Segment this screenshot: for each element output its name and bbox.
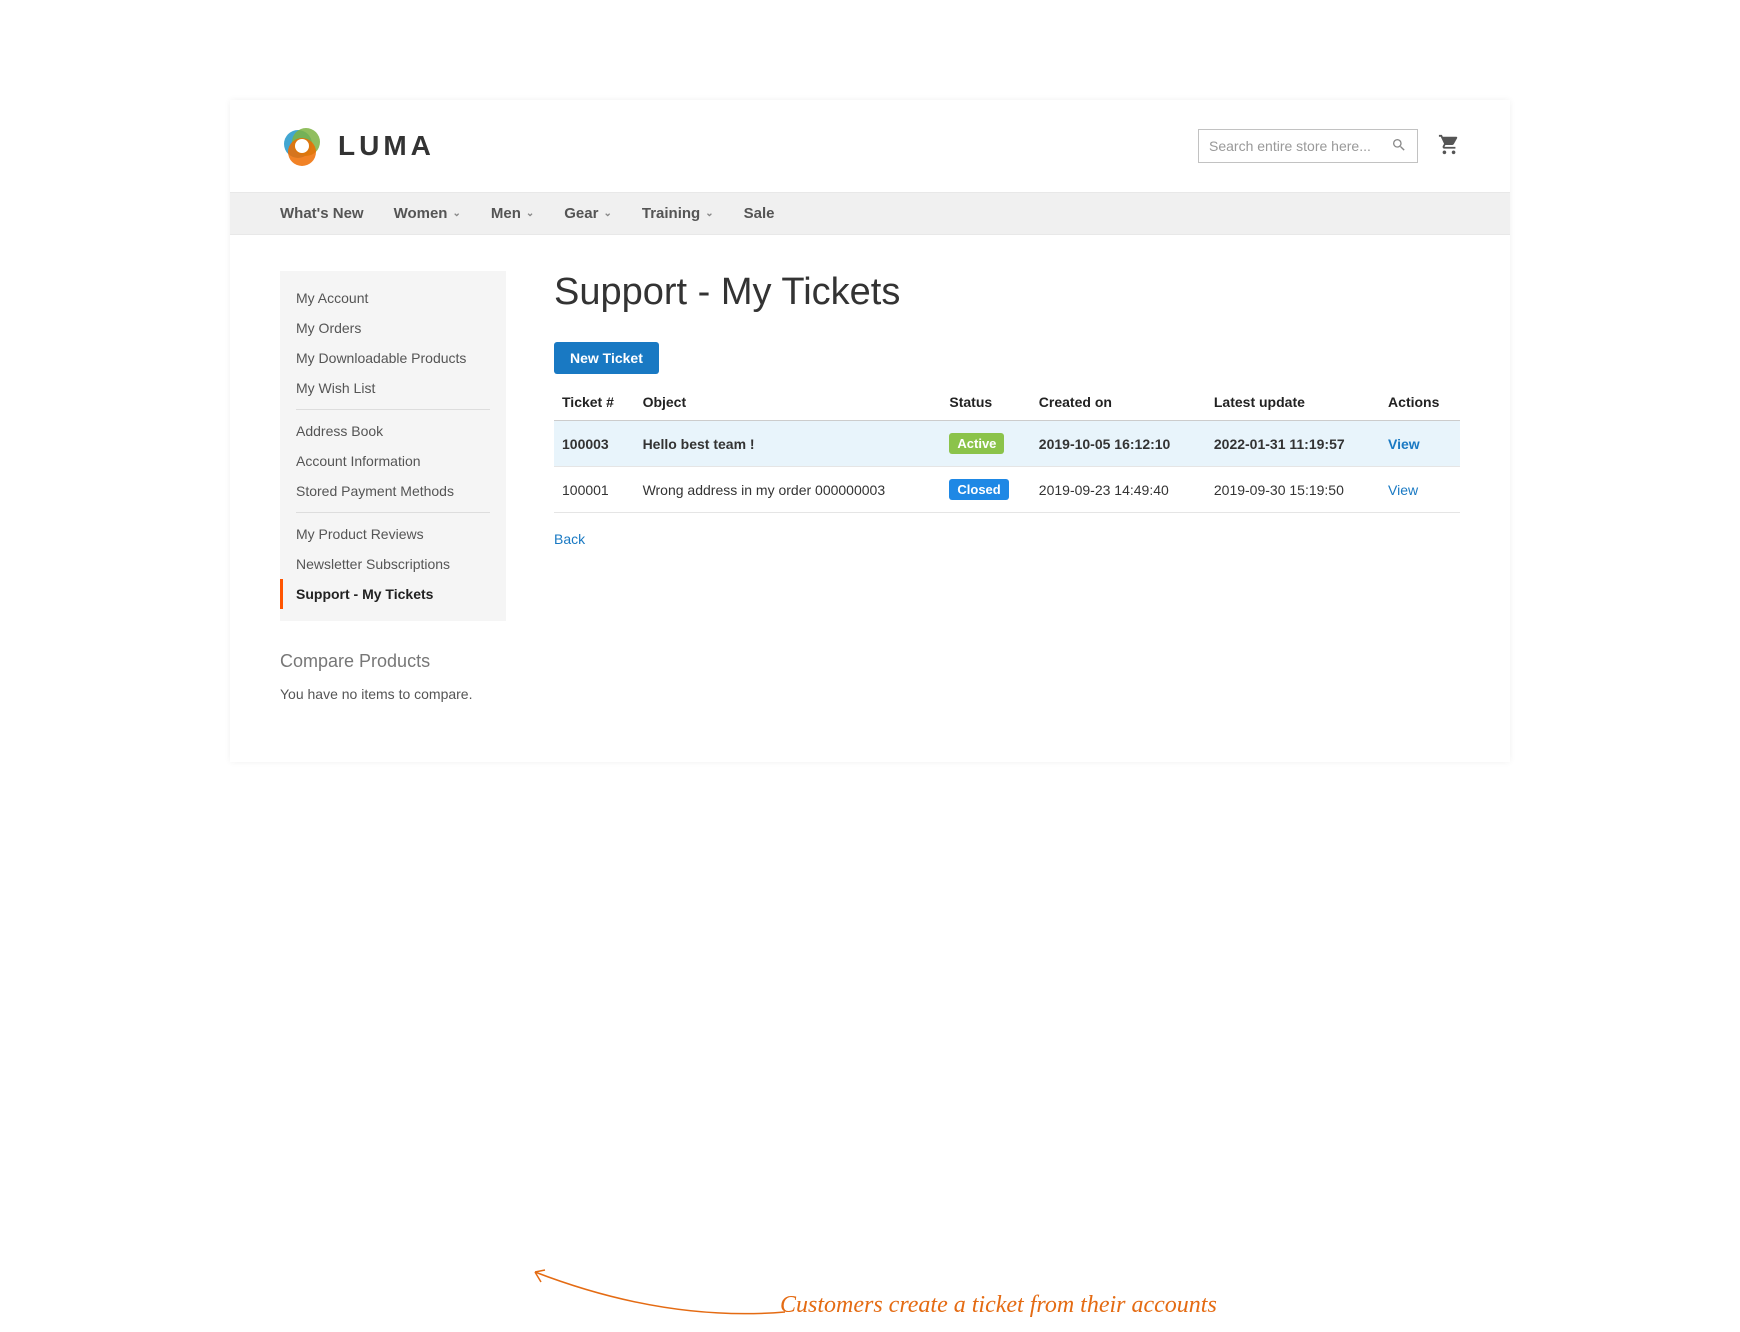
sidebar-item-my-orders[interactable]: My Orders: [280, 313, 506, 343]
chevron-down-icon: ⌄: [526, 208, 534, 219]
view-link[interactable]: View: [1388, 482, 1418, 498]
luma-logo-icon: [280, 124, 324, 168]
sidebar-item-newsletter-subscriptions[interactable]: Newsletter Subscriptions: [280, 549, 506, 579]
nav-label: Gear: [564, 205, 598, 222]
header: LUMA: [230, 100, 1510, 192]
nav-label: Training: [642, 205, 700, 222]
chevron-down-icon: ⌄: [705, 208, 713, 219]
annotation-text: Customers create a ticket from their acc…: [780, 1292, 1217, 1319]
tickets-table: Ticket #ObjectStatusCreated onLatest upd…: [554, 384, 1460, 513]
nav-label: Sale: [744, 205, 775, 222]
table-row: 100003Hello best team ! Active 2019-10-05 …: [554, 421, 1460, 467]
ticket-object: Hello best team !: [635, 421, 942, 467]
nav-item-training[interactable]: Training ⌄: [642, 193, 714, 234]
ticket-id: 100003: [554, 421, 635, 467]
nav-item-gear[interactable]: Gear ⌄: [564, 193, 612, 234]
main-nav: What's New Women ⌄ Men ⌄ Gear ⌄ Training ⌄ Sale: [230, 192, 1510, 235]
sidebar-item-account-information[interactable]: Account Information: [280, 446, 506, 476]
sidebar-item-my-product-reviews[interactable]: My Product Reviews: [280, 519, 506, 549]
ticket-actions: View: [1380, 421, 1460, 467]
ticket-status: Active: [941, 421, 1030, 467]
search-box[interactable]: [1198, 129, 1418, 163]
sidebar-item-my-downloadable-products[interactable]: My Downloadable Products: [280, 343, 506, 373]
sidebar-divider: [296, 409, 490, 410]
chevron-down-icon: ⌄: [603, 208, 611, 219]
nav-label: What's New: [280, 205, 364, 222]
column-header: Status: [941, 384, 1030, 421]
main-content: Support - My Tickets New Ticket Ticket #…: [554, 271, 1460, 702]
status-badge: Closed: [949, 479, 1008, 500]
column-header: Ticket #: [554, 384, 635, 421]
cart-icon[interactable]: [1438, 134, 1460, 159]
nav-item-men[interactable]: Men ⌄: [491, 193, 534, 234]
sidebar-item-my-wish-list[interactable]: My Wish List: [280, 373, 506, 403]
view-link[interactable]: View: [1388, 436, 1420, 452]
search-icon[interactable]: [1391, 137, 1407, 156]
column-header: Actions: [1380, 384, 1460, 421]
ticket-id: 100001: [554, 467, 635, 513]
column-header: Object: [635, 384, 942, 421]
compare-title: Compare Products: [280, 651, 506, 672]
nav-label: Men: [491, 205, 521, 222]
nav-label: Women: [394, 205, 448, 222]
ticket-updated: 2019-09-30 15:19:50: [1206, 467, 1380, 513]
sidebar: My AccountMy OrdersMy Downloadable Produ…: [280, 271, 506, 702]
table-row: 100001Wrong address in my order 00000000…: [554, 467, 1460, 513]
sidebar-item-support-my-tickets[interactable]: Support - My Tickets: [280, 579, 506, 609]
compare-block: Compare Products You have no items to co…: [280, 651, 506, 702]
sidebar-item-my-account[interactable]: My Account: [280, 283, 506, 313]
sidebar-divider: [296, 512, 490, 513]
logo[interactable]: LUMA: [280, 124, 435, 168]
ticket-status: Closed: [941, 467, 1030, 513]
sidebar-item-address-book[interactable]: Address Book: [280, 416, 506, 446]
ticket-updated: 2022-01-31 11:19:57: [1206, 421, 1380, 467]
column-header: Created on: [1031, 384, 1206, 421]
compare-empty: You have no items to compare.: [280, 686, 506, 702]
logo-text: LUMA: [338, 130, 435, 162]
nav-item-sale[interactable]: Sale: [744, 193, 775, 234]
nav-item-women[interactable]: Women ⌄: [394, 193, 461, 234]
chevron-down-icon: ⌄: [452, 208, 460, 219]
ticket-created: 2019-10-05 16:12:10: [1031, 421, 1206, 467]
column-header: Latest update: [1206, 384, 1380, 421]
annotation-arrow-icon: [515, 1262, 795, 1332]
search-input[interactable]: [1209, 138, 1391, 154]
new-ticket-button[interactable]: New Ticket: [554, 342, 659, 374]
status-badge: Active: [949, 433, 1004, 454]
sidebar-item-stored-payment-methods[interactable]: Stored Payment Methods: [280, 476, 506, 506]
ticket-created: 2019-09-23 14:49:40: [1031, 467, 1206, 513]
ticket-object: Wrong address in my order 000000003: [635, 467, 942, 513]
back-link[interactable]: Back: [554, 531, 585, 547]
ticket-actions: View: [1380, 467, 1460, 513]
page-title: Support - My Tickets: [554, 271, 1460, 314]
nav-item-what-s-new[interactable]: What's New: [280, 193, 364, 234]
